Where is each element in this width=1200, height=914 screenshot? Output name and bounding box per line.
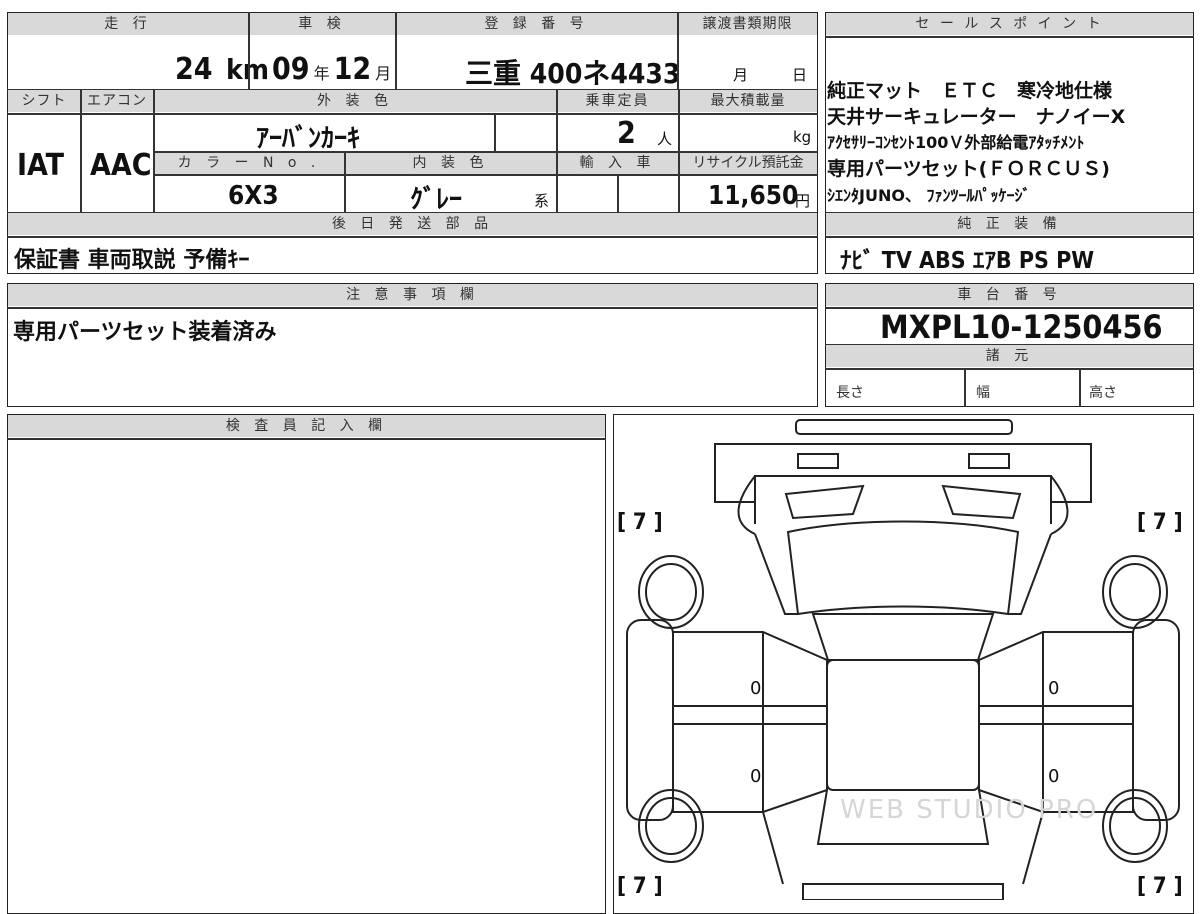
sales-point-line: ｼｴﾝﾀJUNO、 ﾌｧﾝﾂｰﾙﾊﾟｯｹｰｼﾞ [827,186,1031,205]
color-no-header: カ ラ ー N o . [154,152,344,174]
mileage-value: 24 km [175,52,269,87]
chassis-number: MXPL10-1250456 [880,308,1163,346]
inspector-header: 検 査 員 記 入 欄 [8,415,605,437]
mileage-header: 走 行 [8,13,248,35]
sales-point-line: 純正マット ＥＴＣ 寒冷地仕様 [827,80,1113,102]
transfer-deadline-header: 譲渡書類期限 [678,13,817,35]
aircon-header: エアコン [81,90,153,112]
oem-equipment-header: 純 正 装 備 [826,213,1193,235]
sales-point-line: ｱｸｾｻﾘｰｺﾝｾﾝﾄ100Ｖ外部給電ｱﾀｯﾁﾒﾝﾄ [827,133,1085,152]
door-left-rear-mark: 0 [750,766,762,787]
shift-value: IAT [17,148,65,183]
registration-number: 三重 400ネ4433 [465,57,681,90]
max-load-header: 最大積載量 [679,90,817,112]
vehicle-diagram [626,419,1180,900]
door-left-front-mark: 0 [750,678,762,699]
aircon-value: AAC [90,148,152,183]
shift-header: シフト [8,90,80,112]
tire-front-right-score: [ 7 ] [1137,510,1183,535]
interior-color-suffix: 系 [534,192,550,210]
transfer-day-unit: 日 [792,66,808,84]
inspection-header: 車 検 [249,13,395,35]
capacity-unit: 人 [657,130,673,148]
transfer-month-unit: 月 [733,66,749,84]
recycle-value: 11,650 [708,181,799,211]
sales-points-header: セ ー ル ス ポ イ ン ト [826,13,1193,35]
notes-header: 注 意 事 項 欄 [8,284,817,306]
tire-rear-right-score: [ 7 ] [1137,874,1183,899]
color-no-value: 6X3 [228,181,279,211]
exterior-color-header: 外 装 色 [154,90,556,112]
door-right-rear-mark: 0 [1048,766,1060,787]
exterior-color-value: ｱｰﾊﾞﾝｶｰｷ [256,124,361,154]
recycle-unit: 円 [795,192,811,210]
interior-color-value: ｸﾞﾚｰ [410,185,463,215]
inspection-value: 09 年 12 月 [272,52,392,87]
spec-length: 長さ [836,385,864,401]
import-header: 輸 入 車 [557,152,678,174]
sales-point-line: 専用パーツセット(ＦＯＲＣＵＳ) [827,158,1110,180]
chassis-header: 車 台 番 号 [826,284,1193,306]
capacity-header: 乗車定員 [557,90,678,112]
parts-later-value: 保証書 車両取説 予備ｷｰ [14,248,250,273]
oem-equipment-value: ﾅﾋﾞ TV ABS ｴｱB PS PW [840,248,1095,274]
tire-rear-left-score: [ 7 ] [617,874,663,899]
tire-front-left-score: [ 7 ] [617,510,663,535]
notes-value: 専用パーツセット装着済み [13,320,277,345]
max-load-unit: kg [793,128,812,146]
capacity-value: 2 [617,116,636,151]
spec-width: 幅 [976,385,990,401]
interior-color-header: 内 装 色 [345,152,556,174]
specs-header: 諸 元 [826,345,1193,367]
recycle-header: リサイクル預託金 [679,152,817,174]
spec-height: 高さ [1089,385,1117,401]
door-right-front-mark: 0 [1048,678,1060,699]
inspector-panel [7,414,606,914]
registration-header: 登 録 番 号 [396,13,677,35]
sales-point-line: 天井サーキュレーター ナノイーX [827,106,1126,128]
watermark: WEB STUDIO PRO [840,795,1099,825]
parts-later-header: 後 日 発 送 部 品 [8,213,817,235]
